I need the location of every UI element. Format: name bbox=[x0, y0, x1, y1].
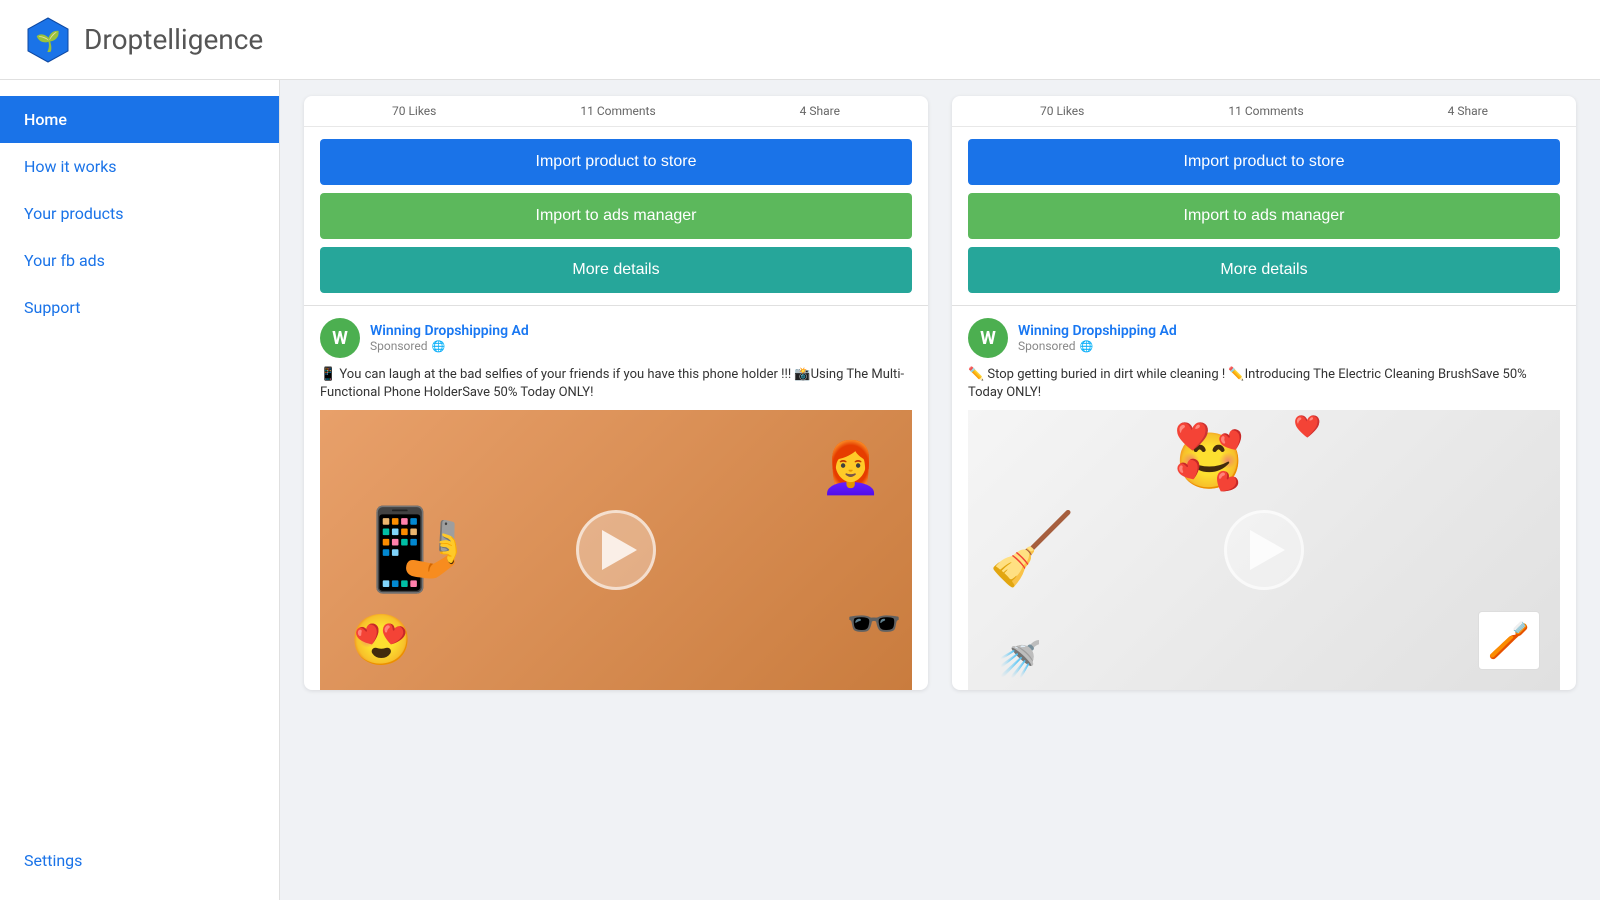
more-details-button-2[interactable]: More details bbox=[968, 247, 1560, 293]
ad-image-2: 🧹 🥰 ❤️ ❤️ 🪥 🚿 bbox=[968, 410, 1560, 690]
shower-bg-emoji: 🚿 bbox=[998, 639, 1042, 680]
play-button-2[interactable] bbox=[1224, 510, 1304, 590]
comments-count-2: 11 Comments bbox=[1228, 104, 1303, 118]
globe-icon-1: 🌐 bbox=[431, 340, 445, 353]
stats-bar-2: 70 Likes 11 Comments 4 Share bbox=[952, 96, 1576, 127]
ad-avatar-1: W bbox=[320, 318, 360, 358]
play-triangle-2 bbox=[1250, 530, 1285, 570]
svg-text:🌱: 🌱 bbox=[36, 30, 61, 53]
card-actions-2: Import product to store Import to ads ma… bbox=[952, 127, 1576, 305]
brush-product-emoji: 🪥 bbox=[1487, 620, 1531, 661]
ad-page-name-1: Winning Dropshipping Ad bbox=[370, 323, 529, 339]
ad-text-2: ✏️ Stop getting buried in dirt while cle… bbox=[968, 366, 1560, 402]
ad-image-1: 📱 🤳 👩‍🦰 🕶️ 😍 bbox=[320, 410, 912, 690]
ad-header-1: W Winning Dropshipping Ad Sponsored 🌐 bbox=[320, 318, 912, 358]
logo-icon: 🌱 bbox=[24, 16, 72, 64]
heart-emoji-1: ❤️ bbox=[1175, 420, 1210, 453]
cards-grid: 70 Likes 11 Comments 4 Share Import prod… bbox=[304, 80, 1576, 690]
ad-preview-2: W Winning Dropshipping Ad Sponsored 🌐 ✏️… bbox=[952, 305, 1576, 690]
ad-header-2: W Winning Dropshipping Ad Sponsored 🌐 bbox=[968, 318, 1560, 358]
sidebar-item-your-products[interactable]: Your products bbox=[0, 190, 279, 237]
selfie-stick-emoji: 🤳 bbox=[400, 518, 468, 582]
app-header: 🌱 Droptelligence bbox=[0, 0, 1600, 80]
ad-meta-1: Winning Dropshipping Ad Sponsored 🌐 bbox=[370, 323, 529, 353]
product-card-1: 70 Likes 11 Comments 4 Share Import prod… bbox=[304, 96, 928, 690]
product-card-2: 70 Likes 11 Comments 4 Share Import prod… bbox=[952, 96, 1576, 690]
logo-container: 🌱 Droptelligence bbox=[24, 16, 263, 64]
main-layout: Home How it works Your products Your fb … bbox=[0, 80, 1600, 900]
cleaning-brush-emoji: 🧹 bbox=[988, 509, 1075, 591]
sidebar-spacer bbox=[0, 331, 279, 837]
girls-emoji: 👩‍🦰 bbox=[820, 440, 882, 498]
sidebar-item-home[interactable]: Home bbox=[0, 96, 279, 143]
play-button-1[interactable] bbox=[576, 510, 656, 590]
ad-text-1: 📱 You can laugh at the bad selfies of yo… bbox=[320, 366, 912, 402]
share-count-2: 4 Share bbox=[1448, 104, 1488, 118]
app-title: Droptelligence bbox=[84, 23, 263, 56]
sidebar: Home How it works Your products Your fb … bbox=[0, 80, 280, 900]
ad-sponsored-2: Sponsored 🌐 bbox=[1018, 339, 1177, 353]
import-ads-manager-button-2[interactable]: Import to ads manager bbox=[968, 193, 1560, 239]
sunglasses-girl-emoji: 🕶️ bbox=[846, 597, 902, 650]
sidebar-item-support[interactable]: Support bbox=[0, 284, 279, 331]
ad-sponsored-1: Sponsored 🌐 bbox=[370, 339, 529, 353]
more-details-button-1[interactable]: More details bbox=[320, 247, 912, 293]
ad-meta-2: Winning Dropshipping Ad Sponsored 🌐 bbox=[1018, 323, 1177, 353]
import-ads-manager-button-1[interactable]: Import to ads manager bbox=[320, 193, 912, 239]
likes-count-1: 70 Likes bbox=[392, 104, 436, 118]
card-actions-1: Import product to store Import to ads ma… bbox=[304, 127, 928, 305]
sidebar-item-settings[interactable]: Settings bbox=[0, 837, 279, 884]
import-product-store-button-1[interactable]: Import product to store bbox=[320, 139, 912, 185]
play-triangle-1 bbox=[602, 530, 637, 570]
comments-count-1: 11 Comments bbox=[580, 104, 655, 118]
sidebar-item-your-fb-ads[interactable]: Your fb ads bbox=[0, 237, 279, 284]
ad-page-name-2: Winning Dropshipping Ad bbox=[1018, 323, 1177, 339]
ad-preview-1: W Winning Dropshipping Ad Sponsored 🌐 📱 … bbox=[304, 305, 928, 690]
heart-emoji-2: ❤️ bbox=[1294, 415, 1321, 440]
likes-count-2: 70 Likes bbox=[1040, 104, 1084, 118]
brush-product-img: 🪥 bbox=[1478, 611, 1540, 670]
love-face-emoji-1: 😍 bbox=[350, 612, 412, 670]
sidebar-item-how-it-works[interactable]: How it works bbox=[0, 143, 279, 190]
ad-avatar-2: W bbox=[968, 318, 1008, 358]
stats-bar-1: 70 Likes 11 Comments 4 Share bbox=[304, 96, 928, 127]
share-count-1: 4 Share bbox=[800, 104, 840, 118]
main-content: 70 Likes 11 Comments 4 Share Import prod… bbox=[280, 80, 1600, 900]
globe-icon-2: 🌐 bbox=[1079, 340, 1093, 353]
import-product-store-button-2[interactable]: Import product to store bbox=[968, 139, 1560, 185]
